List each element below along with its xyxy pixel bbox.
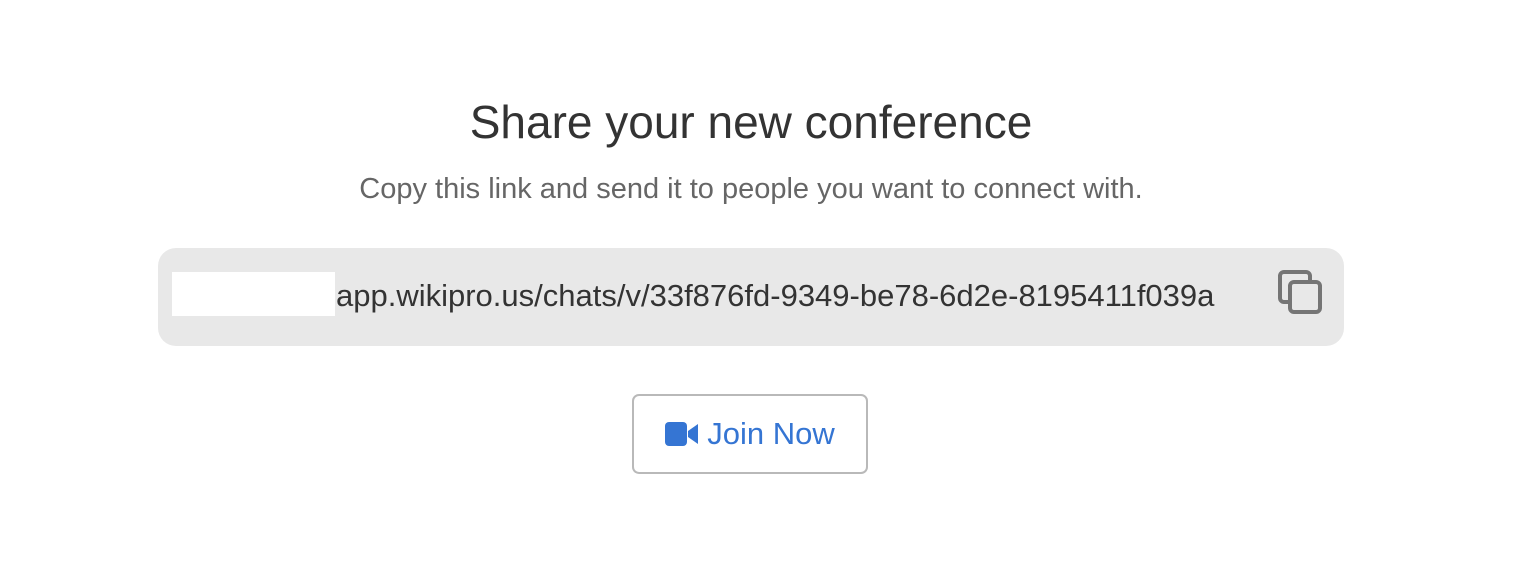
join-now-label: Join Now	[707, 416, 835, 451]
page-title: Share your new conference	[469, 96, 1033, 148]
conference-link-box[interactable]: app.wikipro.us/chats/v/33f876fd-9349-be7…	[158, 248, 1344, 346]
video-camera-icon	[665, 422, 699, 446]
page-subtitle: Copy this link and send it to people you…	[359, 173, 1143, 205]
copy-icon	[1278, 270, 1322, 314]
share-conference-page: Share your new conference Copy this link…	[0, 0, 1540, 578]
redacted-link-prefix	[172, 272, 335, 316]
copy-link-button[interactable]	[1278, 270, 1324, 316]
join-now-button[interactable]: Join Now	[632, 394, 868, 474]
conference-link-text[interactable]: app.wikipro.us/chats/v/33f876fd-9349-be7…	[336, 276, 1214, 316]
